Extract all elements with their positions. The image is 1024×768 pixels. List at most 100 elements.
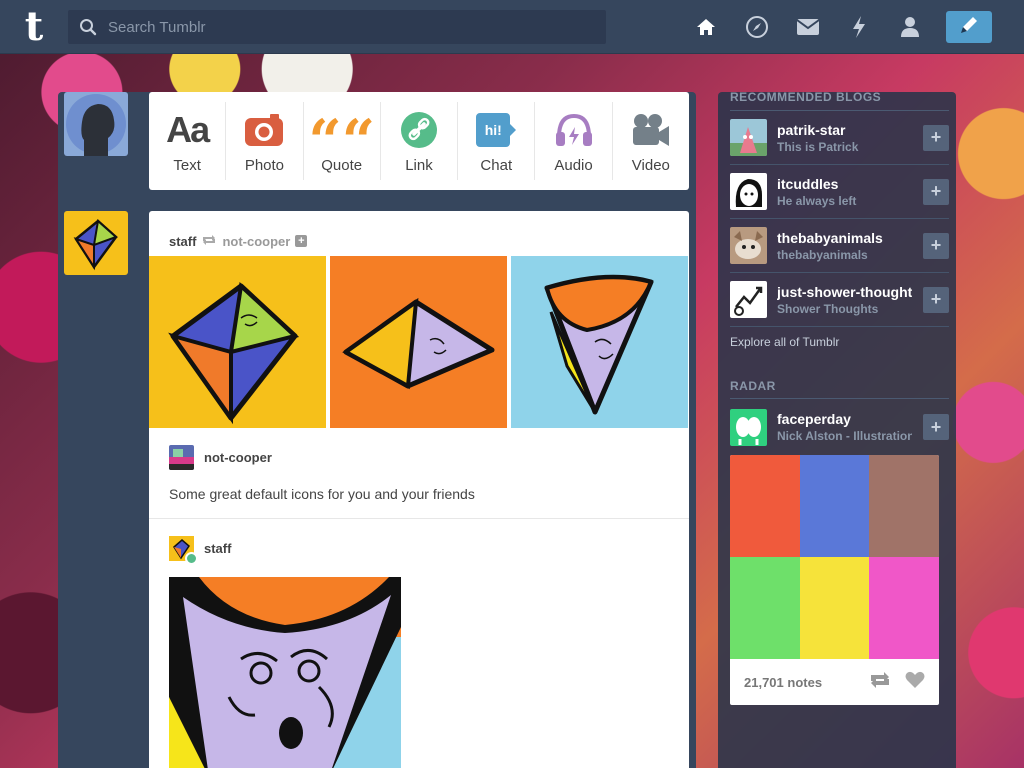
staff-avatar[interactable] (64, 211, 128, 275)
post-header: staff not-cooper + (149, 211, 689, 256)
recommended-heading: RECOMMENDED BLOGS (730, 90, 882, 104)
reblog-badge-icon (185, 551, 198, 565)
follow-button[interactable]: + (923, 124, 949, 151)
trail-blog-name[interactable]: staff (204, 541, 231, 556)
user-avatar[interactable] (64, 92, 128, 156)
nav-icons (680, 10, 935, 44)
post-type-quote[interactable]: ““ Quote (304, 102, 381, 180)
reblogged-from[interactable]: not-cooper (222, 234, 290, 249)
blog-description: Shower Thoughts (777, 301, 879, 316)
reblog-icon[interactable] (869, 671, 891, 694)
trail-header: staff (149, 519, 689, 577)
radar-image-tile (799, 455, 870, 557)
trail-text: Some great default icons for you and you… (169, 486, 475, 502)
radar-post-footer: 21,701 notes (730, 659, 939, 705)
radar-image-tile (869, 455, 939, 557)
chat-icon: hi! (476, 109, 517, 151)
trail-avatar[interactable] (169, 444, 194, 470)
recommended-blog[interactable]: thebabyanimals thebabyanimals + (730, 219, 949, 273)
radar-image-tile (869, 557, 939, 659)
photoset (149, 256, 689, 428)
home-icon[interactable] (680, 10, 731, 44)
radar-post: 21,701 notes (730, 455, 939, 705)
recommended-blog[interactable]: itcuddles He always left + (730, 165, 949, 219)
blog-description: He always left (777, 193, 857, 208)
follow-button[interactable]: + (923, 232, 949, 259)
post-type-chat[interactable]: hi! Chat (458, 102, 536, 180)
post-type-link[interactable]: Link (381, 102, 459, 180)
radar-image-tile (799, 557, 870, 659)
post-type-label: Text (173, 156, 201, 174)
pencil-icon (958, 14, 980, 41)
trail-avatar[interactable] (169, 535, 198, 565)
photoset-image[interactable] (511, 256, 688, 428)
follow-button[interactable]: + (923, 414, 949, 440)
post-type-label: Audio (554, 156, 593, 174)
post-type-label: Quote (321, 156, 363, 174)
heart-icon[interactable] (905, 671, 925, 694)
dashboard-post: staff not-cooper + not-cooper Some great… (149, 211, 689, 768)
radar-image-grid[interactable] (730, 455, 939, 659)
sidebar-divider (730, 398, 949, 399)
photoset-image[interactable] (149, 256, 326, 428)
blog-avatar[interactable] (730, 173, 767, 210)
reblog-trail-item: not-cooper Some great default icons for … (149, 428, 689, 518)
trail-blog-name[interactable]: not-cooper (204, 450, 272, 465)
blog-name[interactable]: just-shower-thoughts (777, 284, 912, 300)
blog-description: This is Patrick (777, 139, 859, 154)
follow-button[interactable]: + (923, 286, 949, 313)
quote-icon: ““ (308, 106, 376, 175)
inbox-icon[interactable] (782, 10, 833, 44)
post-type-text[interactable]: Aa Text (149, 102, 227, 180)
post-image[interactable] (169, 577, 401, 768)
post-author[interactable]: staff (169, 234, 196, 249)
headphones-icon (554, 109, 594, 151)
blog-avatar[interactable] (730, 408, 767, 446)
post-type-video[interactable]: Video (613, 102, 689, 180)
search-bar[interactable] (68, 10, 606, 44)
blog-avatar[interactable] (730, 281, 767, 318)
post-type-label: Link (405, 156, 433, 174)
account-icon[interactable] (884, 10, 935, 44)
text-type-icon: Aa (166, 108, 210, 150)
compose-button[interactable] (946, 11, 992, 43)
reblog-icon (201, 234, 217, 249)
trail-header: not-cooper (169, 428, 669, 486)
blog-avatar[interactable] (730, 119, 767, 156)
top-header: t (0, 0, 1024, 54)
blog-info: patrik-star This is Patrick (777, 122, 912, 154)
blog-name[interactable]: faceperday (777, 411, 912, 427)
radar-image-tile (730, 455, 800, 557)
blog-info: thebabyanimals thebabyanimals (777, 230, 912, 262)
blog-name[interactable]: patrik-star (777, 122, 912, 138)
post-type-bar: Aa Text Photo ““ Quote Link hi! Chat Aud… (149, 92, 689, 190)
post-type-label: Chat (480, 156, 513, 174)
explore-link[interactable]: Explore all of Tumblr (730, 335, 839, 349)
explore-icon[interactable] (731, 10, 782, 44)
blog-description: Nick Alston - Illustration (777, 429, 912, 443)
search-icon (68, 18, 108, 36)
blog-info: faceperday Nick Alston - Illustration (777, 411, 912, 443)
follow-plus-icon[interactable]: + (295, 235, 308, 247)
blog-name[interactable]: itcuddles (777, 176, 912, 192)
radar-blog[interactable]: faceperday Nick Alston - Illustration + (730, 400, 949, 454)
blog-info: just-shower-thoughts Shower Thoughts (777, 284, 912, 316)
post-type-audio[interactable]: Audio (535, 102, 613, 180)
notes-count[interactable]: 21,701 notes (744, 675, 869, 690)
tumblr-logo[interactable]: t (14, 6, 54, 48)
recommended-blog[interactable]: just-shower-thoughts Shower Thoughts + (730, 273, 949, 327)
link-icon (400, 109, 438, 151)
photoset-image[interactable] (330, 256, 507, 428)
follow-button[interactable]: + (923, 178, 949, 205)
blog-avatar[interactable] (730, 227, 767, 264)
right-sidebar: RECOMMENDED BLOGS patrik-star This is Pa… (718, 90, 956, 768)
activity-icon[interactable] (833, 10, 884, 44)
radar-image-tile (730, 557, 800, 659)
blog-name[interactable]: thebabyanimals (777, 230, 912, 246)
post-type-label: Photo (244, 156, 285, 174)
search-input[interactable] (108, 18, 588, 36)
post-type-photo[interactable]: Photo (226, 102, 304, 180)
recommended-blog[interactable]: patrik-star This is Patrick + (730, 111, 949, 165)
radar-heading: RADAR (730, 379, 776, 393)
blog-description: thebabyanimals (777, 247, 868, 262)
